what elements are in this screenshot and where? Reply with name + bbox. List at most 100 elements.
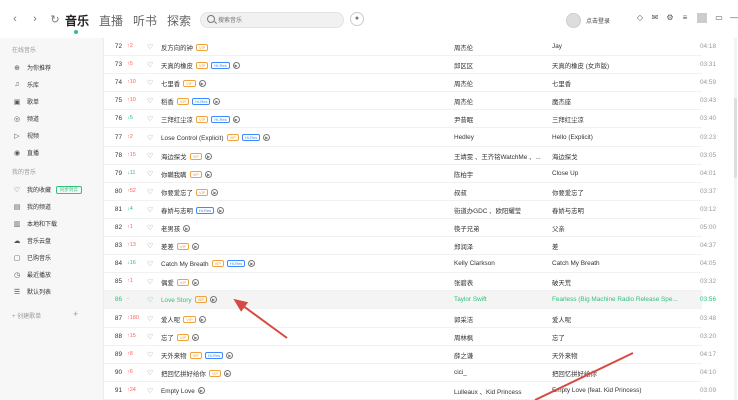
- play-icon[interactable]: ▶: [224, 369, 232, 377]
- tab-audiobooks[interactable]: 听书: [133, 12, 157, 29]
- tab-live[interactable]: 直播: [99, 12, 123, 29]
- heart-icon[interactable]: ♡: [147, 97, 157, 105]
- scrollbar-thumb[interactable]: [734, 98, 737, 178]
- song-singer[interactable]: 陈柏宇: [454, 170, 544, 179]
- song-album[interactable]: Close Up: [552, 170, 682, 177]
- song-title-text[interactable]: 天外来物: [161, 353, 187, 360]
- song-album[interactable]: Hello (Explicit): [552, 134, 682, 141]
- play-icon[interactable]: ▶: [263, 133, 271, 141]
- play-icon[interactable]: ▶: [217, 206, 225, 214]
- song-singer[interactable]: Hedley: [454, 134, 544, 141]
- song-row[interactable]: 83 ↑13 ♡ 差差 VIP ▶ 郑润泽差 04:37: [104, 237, 716, 256]
- song-title-text[interactable]: 三拜红尘凉: [161, 117, 193, 124]
- song-row[interactable]: 76 ↓5 ♡ 三拜红尘凉 VIP Hi-Res ▶ 尹昔眠 三拜红尘凉 03:40: [104, 110, 716, 129]
- sidebar-item-purchased[interactable]: ▢ 已购音乐: [12, 251, 95, 264]
- heart-icon[interactable]: ♡: [147, 369, 157, 377]
- song-row[interactable]: 81 ↓4 ♡ 春娇与志明 Hi-Res ▶ 街道办GDC 、欧阳耀莹 春娇与志明 03:12: [104, 201, 716, 219]
- heart-icon[interactable]: ♡: [147, 333, 157, 341]
- song-album[interactable]: 天外来物: [552, 351, 682, 360]
- song-title-text[interactable]: Empty Love: [161, 388, 195, 395]
- song-row[interactable]: 88 ↑15 ♡ 忘了 VIP ▶ 周林枫 忘了 03:20: [104, 328, 716, 346]
- heart-icon[interactable]: ♡: [147, 260, 157, 268]
- song-title-text[interactable]: 差差: [161, 244, 174, 251]
- song-singer[interactable]: 周杰伦: [454, 79, 544, 88]
- tab-explore[interactable]: 探索: [167, 12, 191, 29]
- song-title-text[interactable]: 你瞒我瞒: [161, 172, 187, 179]
- menu-icon[interactable]: ≡: [680, 13, 690, 23]
- song-album[interactable]: Fearless (Big Machine Radio Release Spe.…: [552, 296, 682, 303]
- song-singer[interactable]: 筷子兄弟: [454, 224, 544, 233]
- song-row[interactable]: 72 ↑2 ♡ 反方向的钟 VIP 周杰伦 Jay 04:18: [104, 38, 716, 56]
- song-album[interactable]: 魔杰座: [552, 97, 682, 106]
- song-album[interactable]: 把回忆拼好给你: [552, 369, 682, 378]
- play-icon[interactable]: ▶: [226, 351, 234, 359]
- heart-icon[interactable]: ♡: [147, 242, 157, 250]
- song-album[interactable]: 三拜红尘凉: [552, 115, 682, 124]
- song-album[interactable]: 父亲: [552, 224, 682, 233]
- song-row[interactable]: 74 ↑10 ♡ 七里香 VIP ▶ 周杰伦 七里香 04:59: [104, 74, 716, 93]
- heart-icon[interactable]: ♡: [147, 152, 157, 160]
- song-title-text[interactable]: 稻香: [161, 99, 174, 106]
- tab-music[interactable]: 音乐: [65, 12, 89, 34]
- song-album[interactable]: 差: [552, 242, 682, 251]
- heart-icon[interactable]: ♡: [147, 170, 157, 178]
- heart-icon[interactable]: ♡: [147, 315, 157, 323]
- song-row[interactable]: 79 ↓11 ♡ 你瞒我瞒 VIP ▶ 陈柏宇 Close Up 04:01: [104, 165, 716, 183]
- song-row[interactable]: 91 ↑24 ♡ Empty Love ▶ Lulleaux 、Kid Princess E…: [104, 382, 716, 400]
- song-title-text[interactable]: 天真的橡皮: [161, 63, 193, 70]
- song-row[interactable]: 90 ↑6 ♡ 把回忆拼好给你 VIP ▶ cici_ 把回忆拼好给你 04:10: [104, 364, 716, 382]
- heart-icon[interactable]: ♡: [147, 61, 157, 69]
- song-album[interactable]: Empty Love (feat. Kid Princess): [552, 387, 682, 394]
- song-singer[interactable]: 王靖雯 、王齐铭WatchMe 、...: [454, 152, 544, 161]
- heart-icon[interactable]: ♡: [147, 224, 157, 232]
- mini-mode-icon[interactable]: ▭: [714, 13, 724, 23]
- sidebar-item-playlist[interactable]: ▣ 歌单: [12, 95, 95, 108]
- song-album[interactable]: 天真的橡皮 (女声版): [552, 61, 682, 70]
- heart-icon[interactable]: ♡: [147, 296, 157, 304]
- song-row[interactable]: 80 ↑52 ♡ 你要爱忘了 VIP ▶ 叔叔 你要爱忘了 03:37: [104, 183, 716, 201]
- song-singer[interactable]: Taylor Swift: [454, 296, 544, 303]
- song-singer[interactable]: 街道办GDC 、欧阳耀莹: [454, 206, 544, 215]
- song-row[interactable]: 82 ↑1 ♡ 老男孩 ▶ 筷子兄弟 父亲 05:00: [104, 219, 716, 237]
- song-row[interactable]: 86- ♡ Love Story VIP ▶ Taylor Swift Fearless (…: [104, 291, 716, 310]
- sidebar-item-video[interactable]: ▷ 视频: [12, 129, 95, 142]
- song-row[interactable]: 85 ↑1 ♡ 偶爱 VIP ▶ 张碧表 破天荒 03:32: [104, 273, 716, 292]
- sidebar-item-recent[interactable]: ◷ 最近播放: [12, 268, 95, 281]
- song-album[interactable]: 爱人呢: [552, 315, 682, 324]
- song-album[interactable]: 七里香: [552, 79, 682, 88]
- heart-icon[interactable]: ♡: [147, 134, 157, 142]
- song-title-text[interactable]: 海边探戈: [161, 154, 187, 161]
- sidebar-item-cloud-drive[interactable]: ☁ 音乐云盘: [12, 234, 95, 247]
- play-icon[interactable]: ▶: [211, 188, 219, 196]
- sidebar-item-recommend[interactable]: ⊕ 为你推荐: [12, 61, 95, 74]
- forward-icon[interactable]: ›: [30, 13, 40, 26]
- song-album[interactable]: 破天荒: [552, 278, 682, 287]
- mail-icon[interactable]: ✉: [650, 13, 660, 23]
- song-singer[interactable]: 郭采洁: [454, 315, 544, 324]
- song-album[interactable]: Jay: [552, 43, 682, 50]
- microphone-icon[interactable]: ●: [350, 12, 364, 26]
- refresh-icon[interactable]: ↻: [50, 13, 60, 26]
- search-input[interactable]: [218, 16, 333, 25]
- sidebar-item-library[interactable]: ♫ 乐库: [12, 78, 95, 91]
- play-icon[interactable]: ▶: [205, 170, 213, 178]
- song-singer[interactable]: 郑润泽: [454, 242, 544, 251]
- sidebar-item-default-list[interactable]: ☰ 默认列表: [12, 285, 95, 298]
- song-title-text[interactable]: 反方向的钟: [161, 45, 193, 52]
- song-title-text[interactable]: 七里香: [161, 81, 180, 88]
- heart-icon[interactable]: ♡: [147, 79, 157, 87]
- play-icon[interactable]: ▶: [232, 62, 240, 70]
- sidebar-item-live[interactable]: ◉ 直播: [12, 146, 95, 159]
- sidebar-item-favorites[interactable]: ♡ 我的收藏 同步到云: [12, 183, 95, 196]
- back-icon[interactable]: ‹: [10, 13, 20, 26]
- heart-icon[interactable]: ♡: [147, 206, 157, 214]
- play-icon[interactable]: ▶: [192, 279, 200, 287]
- sidebar-item-channel[interactable]: ◎ 频道: [12, 112, 95, 125]
- search-box[interactable]: [200, 12, 344, 28]
- play-icon[interactable]: ▶: [192, 243, 200, 251]
- heart-icon[interactable]: ♡: [147, 351, 157, 359]
- song-singer[interactable]: 张碧表: [454, 278, 544, 287]
- song-title-text[interactable]: 忘了: [161, 335, 174, 342]
- song-title-text[interactable]: Lose Control (Explicit): [161, 135, 224, 142]
- play-icon[interactable]: ▶: [248, 260, 256, 268]
